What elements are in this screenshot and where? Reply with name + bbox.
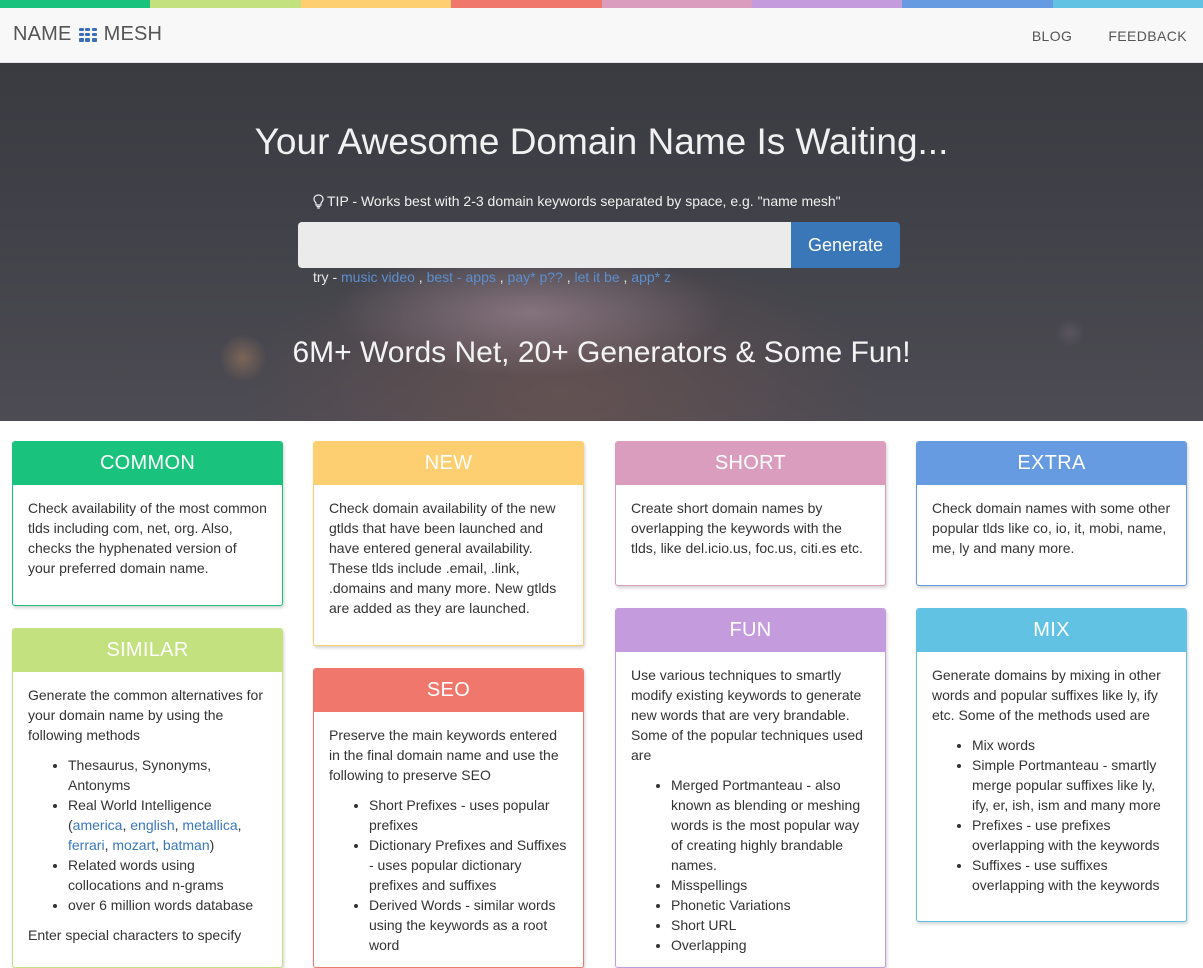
nav-links: BLOG FEEDBACK bbox=[1032, 28, 1187, 44]
method-list: Mix words Simple Portmanteau - smartly m… bbox=[932, 735, 1171, 895]
brand-name-right: MESH bbox=[103, 23, 163, 45]
color-stripe-segment bbox=[150, 0, 301, 8]
example-link[interactable]: pay* p?? bbox=[508, 269, 563, 285]
card-new[interactable]: NEW Check domain availability of the new… bbox=[313, 441, 584, 646]
card-description: Check domain availability of the new gtl… bbox=[329, 500, 557, 616]
card-body: Check domain names with some other popul… bbox=[917, 485, 1186, 572]
list-item: Simple Portmanteau - smartly merge popul… bbox=[972, 755, 1171, 815]
card-title: EXTRA bbox=[917, 442, 1186, 485]
try-label: try - bbox=[313, 269, 338, 285]
hero-subtitle: 6M+ Words Net, 20+ Generators & Some Fun… bbox=[292, 336, 911, 369]
card-title: SEO bbox=[314, 669, 583, 712]
top-color-stripe bbox=[0, 0, 1203, 8]
color-stripe-segment bbox=[300, 0, 452, 8]
card-mix[interactable]: MIX Generate domains by mixing in other … bbox=[916, 608, 1187, 922]
card-common[interactable]: COMMON Check availability of the most co… bbox=[12, 441, 283, 606]
method-list: Thesaurus, Synonyms, Antonyms Real World… bbox=[28, 755, 267, 915]
card-body: Check availability of the most common tl… bbox=[13, 485, 282, 592]
example-word-link[interactable]: batman bbox=[163, 837, 210, 853]
navbar: NAME MESH BLOG FEEDBACK bbox=[0, 8, 1203, 63]
nav-blog-link[interactable]: BLOG bbox=[1032, 28, 1073, 44]
lightbulb-icon bbox=[313, 193, 324, 209]
generate-button[interactable]: Generate bbox=[791, 222, 900, 268]
card-short[interactable]: SHORT Create short domain names by overl… bbox=[615, 441, 886, 586]
card-seo[interactable]: SEO Preserve the main keywords entered i… bbox=[313, 668, 584, 968]
list-item: Prefixes - use prefixes overlapping with… bbox=[972, 815, 1171, 855]
list-item-text: ) bbox=[209, 837, 215, 853]
example-word-link[interactable]: english bbox=[130, 817, 174, 833]
example-word-link[interactable]: metallica bbox=[182, 817, 237, 833]
color-stripe-segment bbox=[902, 0, 1053, 8]
card-description: Preserve the main keywords entered in th… bbox=[329, 727, 559, 783]
card-footer-text: Enter special characters to specify bbox=[28, 927, 242, 943]
hero-section: Your Awesome Domain Name Is Waiting... T… bbox=[0, 63, 1203, 421]
nav-feedback-link[interactable]: FEEDBACK bbox=[1108, 28, 1187, 44]
method-list: Merged Portmanteau - also known as blend… bbox=[631, 775, 870, 955]
card-body: Create short domain names by overlapping… bbox=[616, 485, 885, 572]
color-stripe-segment bbox=[601, 0, 752, 8]
tip: TIP - Works best with 2-3 domain keyword… bbox=[313, 193, 841, 209]
example-word-link[interactable]: ferrari bbox=[68, 837, 105, 853]
list-item: over 6 million words database bbox=[68, 895, 267, 915]
card-title: FUN bbox=[616, 609, 885, 652]
card-description: Check domain names with some other popul… bbox=[932, 500, 1171, 556]
card-similar[interactable]: SIMILAR Generate the common alternatives… bbox=[12, 628, 283, 968]
example-word-link[interactable]: mozart bbox=[112, 837, 155, 853]
list-item: Dictionary Prefixes and Suffixes - uses … bbox=[369, 835, 568, 895]
example-link[interactable]: let it be bbox=[574, 269, 619, 285]
card-body: Generate domains by mixing in other word… bbox=[917, 652, 1186, 919]
card-body: Generate the common alternatives for you… bbox=[13, 672, 282, 959]
color-stripe-segment bbox=[451, 0, 602, 8]
color-stripe-segment bbox=[751, 0, 903, 8]
card-description: Check availability of the most common tl… bbox=[28, 500, 267, 576]
example-link[interactable]: app* z bbox=[631, 269, 671, 285]
list-item: Thesaurus, Synonyms, Antonyms bbox=[68, 755, 267, 795]
card-title: NEW bbox=[314, 442, 583, 485]
color-stripe-segment bbox=[1052, 0, 1203, 8]
method-list: Short Prefixes - uses popular prefixes D… bbox=[329, 795, 568, 955]
card-description: Use various techniques to smartly modify… bbox=[631, 667, 863, 763]
brand-logo[interactable]: NAME MESH bbox=[13, 23, 162, 46]
list-item: Misspellings bbox=[671, 875, 870, 895]
card-extra[interactable]: EXTRA Check domain names with some other… bbox=[916, 441, 1187, 586]
color-stripe-segment bbox=[0, 0, 151, 8]
list-item: Short URL bbox=[671, 915, 870, 935]
card-description: Generate domains by mixing in other word… bbox=[932, 667, 1161, 723]
list-item: Phonetic Variations bbox=[671, 895, 870, 915]
list-item: Suffixes - use suffixes overlapping with… bbox=[972, 855, 1171, 895]
card-body: Use various techniques to smartly modify… bbox=[616, 652, 885, 967]
card-title: SIMILAR bbox=[13, 629, 282, 672]
card-description: Create short domain names by overlapping… bbox=[631, 500, 863, 556]
tip-text: TIP - Works best with 2-3 domain keyword… bbox=[327, 193, 841, 209]
list-item: Short Prefixes - uses popular prefixes bbox=[369, 795, 568, 835]
card-description: Generate the common alternatives for you… bbox=[28, 687, 264, 743]
list-item: Mix words bbox=[972, 735, 1171, 755]
example-link[interactable]: best - apps bbox=[427, 269, 496, 285]
domain-keyword-input[interactable] bbox=[298, 222, 791, 268]
grid-icon bbox=[78, 27, 97, 42]
card-title: SHORT bbox=[616, 442, 885, 485]
example-link[interactable]: music video bbox=[341, 269, 415, 285]
card-title: MIX bbox=[917, 609, 1186, 652]
list-item: Merged Portmanteau - also known as blend… bbox=[671, 775, 870, 875]
list-item: Real World Intelligence (america, englis… bbox=[68, 795, 267, 855]
try-examples: try - music video , best - apps , pay* p… bbox=[313, 269, 671, 285]
list-item: Overlapping bbox=[671, 935, 870, 955]
card-body: Check domain availability of the new gtl… bbox=[314, 485, 583, 632]
card-body: Preserve the main keywords entered in th… bbox=[314, 712, 583, 967]
hero-title: Your Awesome Domain Name Is Waiting... bbox=[254, 121, 949, 162]
card-fun[interactable]: FUN Use various techniques to smartly mo… bbox=[615, 608, 886, 968]
list-item: Derived Words - similar words using the … bbox=[369, 895, 568, 955]
list-item: Related words using collocations and n-g… bbox=[68, 855, 267, 895]
card-title: COMMON bbox=[13, 442, 282, 485]
brand-name-left: NAME bbox=[13, 23, 72, 45]
example-word-link[interactable]: america bbox=[73, 817, 123, 833]
